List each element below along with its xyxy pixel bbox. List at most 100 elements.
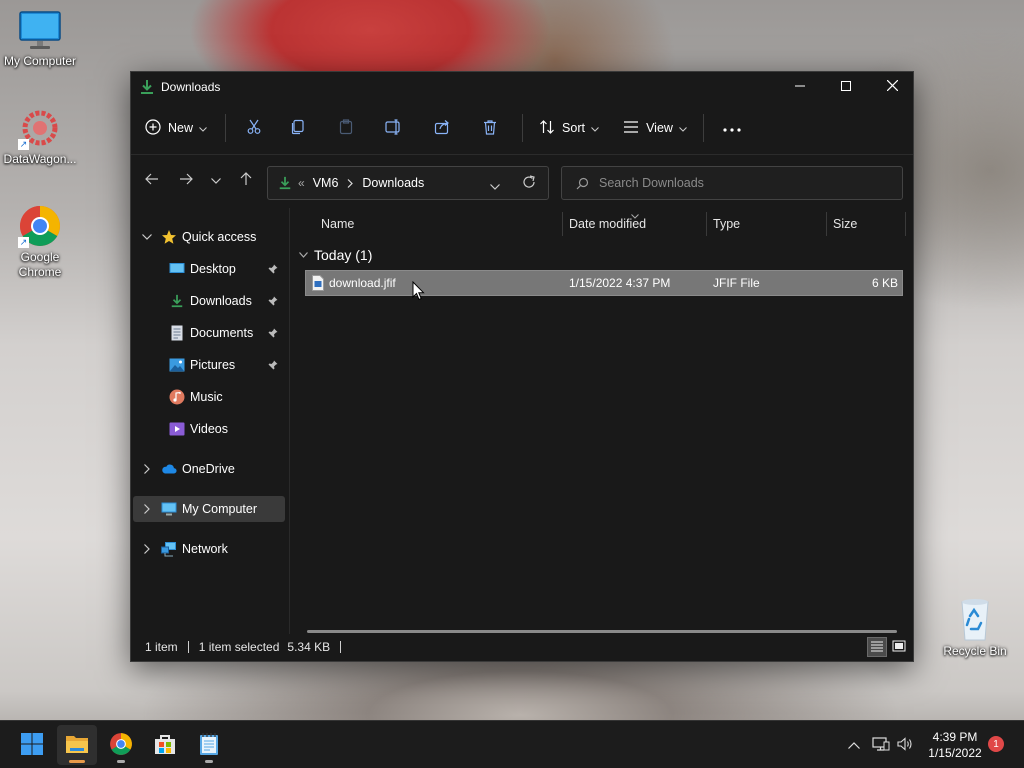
chevron-down-icon[interactable] <box>141 234 153 240</box>
pin-icon[interactable] <box>267 263 279 275</box>
share-icon <box>434 119 450 138</box>
share-button[interactable] <box>418 110 466 146</box>
breadcrumb-vm6[interactable]: VM6 <box>313 176 339 190</box>
chevron-down-icon <box>490 179 500 193</box>
column-separator[interactable] <box>826 212 827 236</box>
minimize-icon <box>795 80 805 94</box>
view-button[interactable]: View <box>615 110 695 146</box>
recent-locations-button[interactable] <box>201 165 231 195</box>
taskbar-chrome[interactable] <box>101 725 141 765</box>
network-status-button[interactable] <box>870 721 892 768</box>
breadcrumb-downloads[interactable]: Downloads <box>362 176 424 190</box>
nav-downloads[interactable]: Downloads <box>133 288 285 314</box>
nav-label: Network <box>182 542 228 556</box>
desktop-icon-my-computer[interactable]: My Computer <box>0 8 80 68</box>
nav-onedrive[interactable]: OneDrive <box>133 456 285 482</box>
column-separator[interactable] <box>562 212 563 236</box>
refresh-button[interactable] <box>522 175 536 192</box>
column-separator[interactable] <box>706 212 707 236</box>
status-divider <box>187 641 189 653</box>
pin-icon[interactable] <box>267 327 279 339</box>
command-bar: New Sort View <box>131 102 913 154</box>
taskbar-file-explorer[interactable] <box>57 725 97 765</box>
monitor-icon <box>161 501 177 517</box>
column-header-name[interactable]: Name <box>321 208 354 240</box>
status-divider <box>340 641 342 653</box>
navigation-pane: Quick access Desktop Downloads Documents… <box>131 208 289 634</box>
column-header-type[interactable]: Type <box>713 208 740 240</box>
column-header-size[interactable]: Size <box>833 208 857 240</box>
mouse-pointer <box>412 280 426 301</box>
copy-button[interactable] <box>274 110 322 146</box>
search-box[interactable] <box>561 166 903 200</box>
nav-desktop[interactable]: Desktop <box>133 256 285 282</box>
nav-label: Documents <box>190 326 254 340</box>
show-hidden-icons-button[interactable] <box>842 721 866 768</box>
nav-network[interactable]: Network <box>133 536 285 562</box>
pin-icon[interactable] <box>267 295 279 307</box>
taskbar: 4:39 PM 1/15/2022 <box>0 720 1024 768</box>
title-bar[interactable]: Downloads <box>131 72 913 102</box>
back-button[interactable] <box>137 165 167 195</box>
column-header-date-modified[interactable]: Date modified <box>569 208 646 240</box>
rename-button[interactable] <box>370 110 418 146</box>
more-options-button[interactable] <box>712 110 752 146</box>
pin-icon[interactable] <box>267 359 279 371</box>
close-button[interactable] <box>869 72 915 102</box>
desktop-icon-datawagon[interactable]: ↗ DataWagon... <box>0 106 80 166</box>
search-input[interactable] <box>599 176 879 190</box>
nav-quick-access[interactable]: Quick access <box>133 224 285 250</box>
minimize-button[interactable] <box>777 72 823 102</box>
desktop-icon-label: My Computer <box>3 54 77 68</box>
chevron-right-icon[interactable] <box>141 544 153 554</box>
notification-badge[interactable]: 1 <box>988 736 1004 752</box>
desktop-icon-recycle-bin[interactable]: Recycle Bin <box>935 596 1015 658</box>
column-separator[interactable] <box>905 212 906 236</box>
file-row[interactable]: download.jfif 1/15/2022 4:37 PM JFIF Fil… <box>305 270 903 296</box>
paste-button[interactable] <box>322 110 370 146</box>
speaker-icon <box>897 736 913 754</box>
delete-button[interactable] <box>466 110 514 146</box>
sort-label: Sort <box>562 121 585 135</box>
nav-documents[interactable]: Documents <box>133 320 285 346</box>
file-type: JFIF File <box>713 276 760 290</box>
downloads-icon <box>169 293 185 309</box>
nav-label: Music <box>190 390 223 404</box>
nav-label: OneDrive <box>182 462 235 476</box>
address-bar[interactable]: « VM6 Downloads <box>267 166 549 200</box>
clock-time: 4:39 PM <box>932 730 978 744</box>
taskbar-store[interactable] <box>145 725 185 765</box>
file-explorer-window: Downloads New Sort View « VM6 Downloads … <box>130 71 914 662</box>
details-view-button[interactable] <box>867 637 887 657</box>
maximize-button[interactable] <box>823 72 869 102</box>
taskbar-notepad[interactable] <box>189 725 229 765</box>
desktop-icon-label: Google Chrome <box>18 250 62 279</box>
cut-button[interactable] <box>234 110 274 146</box>
breadcrumb-overflow[interactable]: « <box>298 176 305 190</box>
volume-button[interactable] <box>894 721 916 768</box>
desktop-icon-google-chrome[interactable]: ↗ Google Chrome <box>0 204 80 280</box>
nav-pictures[interactable]: Pictures <box>133 352 285 378</box>
group-header-today[interactable]: Today (1) <box>299 244 372 266</box>
datawagon-icon: ↗ <box>18 106 62 150</box>
tiles-view-button[interactable] <box>889 637 909 657</box>
nav-music[interactable]: Music <box>133 384 285 410</box>
nav-videos[interactable]: Videos <box>133 416 285 442</box>
sort-button[interactable]: Sort <box>531 110 607 146</box>
running-indicator <box>205 760 213 763</box>
pane-divider[interactable] <box>289 208 290 634</box>
clock[interactable]: 4:39 PM 1/15/2022 <box>920 729 990 761</box>
details-view-icon <box>870 640 884 655</box>
documents-icon <box>169 325 185 341</box>
start-button[interactable] <box>12 725 52 765</box>
new-button[interactable]: New <box>145 110 217 146</box>
chevron-up-icon <box>848 738 860 752</box>
status-item-count: 1 item <box>145 640 178 654</box>
nav-my-computer[interactable]: My Computer <box>133 496 285 522</box>
forward-button[interactable] <box>171 165 201 195</box>
up-button[interactable] <box>231 165 261 195</box>
chevron-right-icon[interactable] <box>141 504 153 514</box>
recycle-bin-icon <box>953 596 997 642</box>
chevron-right-icon[interactable] <box>141 464 153 474</box>
address-history-dropdown[interactable] <box>490 179 500 193</box>
